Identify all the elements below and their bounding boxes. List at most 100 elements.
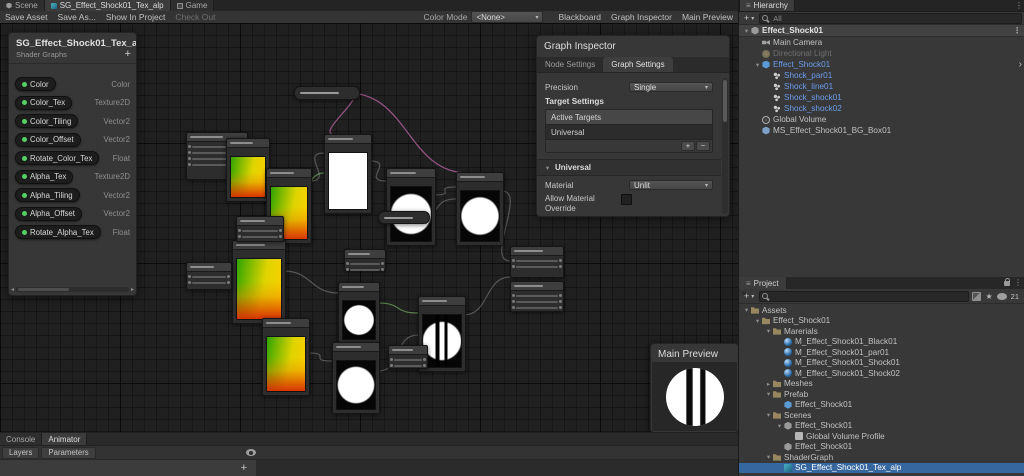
scrollbar-track[interactable] <box>16 286 129 292</box>
graph-node-rows[interactable] <box>344 249 386 271</box>
parameters-button[interactable]: Parameters <box>41 446 96 459</box>
add-property-button[interactable]: + <box>125 49 131 60</box>
save-as-button[interactable]: Save As... <box>53 12 101 22</box>
blackboard-property-row[interactable]: Color_Tex Texture2D <box>9 94 136 113</box>
hierarchy-row[interactable]: Main Camera <box>739 37 1024 48</box>
inspector-scrollbar[interactable] <box>722 78 728 214</box>
tab-hierarchy[interactable]: ≡ Hierarchy <box>740 0 795 11</box>
graph-node-rows[interactable] <box>186 262 232 290</box>
foldout-arrow[interactable]: ▾ <box>742 306 751 314</box>
graph-node-circle[interactable] <box>456 172 504 246</box>
blackboard-property-row[interactable]: Alpha_Tiling Vector2 <box>9 186 136 205</box>
graph-node-rows[interactable] <box>236 216 284 242</box>
project-row[interactable]: ▸ Meshes <box>739 379 1024 390</box>
property-pill[interactable]: Alpha_Tiling <box>15 188 80 203</box>
graph-node-pill[interactable] <box>294 86 360 100</box>
foldout-arrow[interactable]: ▾ <box>764 411 773 419</box>
project-row[interactable]: ▾ Assets <box>739 305 1024 316</box>
animator-canvas[interactable] <box>257 460 738 476</box>
eye-icon[interactable] <box>996 292 1007 300</box>
project-row[interactable]: Effect_Shock01 <box>739 442 1024 453</box>
blackboard-property-row[interactable]: Rotate_Alpha_Tex Float <box>9 223 136 242</box>
hierarchy-row[interactable]: Shock_line01 <box>739 81 1024 92</box>
blackboard-horizontal-scrollbar[interactable]: ◂ ▸ <box>11 285 134 293</box>
project-search-input[interactable] <box>773 291 967 301</box>
hierarchy-search[interactable] <box>759 12 1022 24</box>
scrollbar-thumb[interactable] <box>18 287 69 291</box>
foldout-arrow[interactable]: ▾ <box>775 422 784 430</box>
property-pill[interactable]: Alpha_Offset <box>15 206 82 221</box>
scrollbar-thumb[interactable] <box>723 80 727 122</box>
project-row[interactable]: ▾ ShaderGraph <box>739 452 1024 463</box>
tab-game[interactable]: Game <box>170 0 215 11</box>
project-row[interactable]: Global Volume Profile <box>739 431 1024 442</box>
main-preview-viewport[interactable] <box>652 362 737 431</box>
foldout-arrow[interactable]: ▾ <box>753 317 762 325</box>
project-row[interactable]: ▾ Effect_Shock01 <box>739 316 1024 327</box>
hierarchy-search-input[interactable] <box>773 13 1019 23</box>
kebab-menu-icon[interactable]: ⋮ <box>1013 26 1021 35</box>
graph-node-gradient[interactable] <box>262 318 310 396</box>
package-filter-icon[interactable] <box>972 291 982 301</box>
hierarchy-row[interactable]: ▾ Effect_Shock01 › <box>739 59 1024 70</box>
main-preview-toggle-button[interactable]: Main Preview <box>677 12 738 22</box>
graph-inspector-toggle-button[interactable]: Graph Inspector <box>606 12 677 22</box>
property-pill[interactable]: Alpha_Tex <box>15 169 74 184</box>
prefab-open-chevron-icon[interactable]: › <box>1019 59 1022 70</box>
hierarchy-row[interactable]: Shock_shock01 <box>739 92 1024 103</box>
layers-button[interactable]: Layers <box>2 446 40 459</box>
tab-project[interactable]: ≡ Project <box>739 277 787 289</box>
remove-target-button[interactable]: − <box>696 141 710 151</box>
hierarchy-row[interactable]: Global Volume <box>739 114 1024 125</box>
graph-node-gradient[interactable] <box>232 240 286 324</box>
check-out-button[interactable]: Check Out <box>170 12 220 22</box>
hierarchy-row[interactable]: Shock_par01 <box>739 70 1024 81</box>
blackboard-property-row[interactable]: Alpha_Tex Texture2D <box>9 168 136 187</box>
blackboard-property-row[interactable]: Color Color <box>9 75 136 94</box>
project-row[interactable]: ▾ Effect_Shock01 <box>739 421 1024 432</box>
tab-animator[interactable]: Animator <box>42 433 88 445</box>
hierarchy-add-button[interactable]: + ▾ <box>742 13 756 23</box>
graph-node-pill[interactable] <box>378 211 430 224</box>
lock-icon[interactable] <box>1004 278 1010 286</box>
foldout-arrow[interactable]: ▾ <box>764 327 773 335</box>
graph-node-rows[interactable] <box>388 345 428 369</box>
property-pill[interactable]: Color_Tiling <box>15 114 79 129</box>
kebab-menu-icon[interactable]: ⋮ <box>1015 0 1023 11</box>
project-row[interactable]: ▾ Scenes <box>739 410 1024 421</box>
tab-node-settings[interactable]: Node Settings <box>537 57 604 72</box>
scroll-left-icon[interactable]: ◂ <box>11 286 14 293</box>
foldout-arrow[interactable]: ▾ <box>753 61 762 69</box>
hierarchy-row[interactable]: MS_Effect_Shock01_BG_Box01 <box>739 125 1024 136</box>
project-row[interactable]: Effect_Shock01 <box>739 400 1024 411</box>
hierarchy-row[interactable]: ▾ Effect_Shock01 ⋮ <box>739 25 1024 37</box>
foldout-arrow[interactable]: ▾ <box>764 453 773 461</box>
save-asset-button[interactable]: Save Asset <box>0 12 53 22</box>
hierarchy-row[interactable]: Shock_shock02 <box>739 103 1024 114</box>
star-icon[interactable]: ★ <box>985 292 992 301</box>
hierarchy-row[interactable]: Directional Light <box>739 48 1024 59</box>
project-search[interactable] <box>759 290 970 302</box>
target-item-universal[interactable]: Universal <box>546 124 712 139</box>
property-pill[interactable]: Color_Offset <box>15 132 81 147</box>
graph-node-gradient[interactable] <box>226 138 270 202</box>
graph-node-stack[interactable] <box>510 246 564 312</box>
add-target-button[interactable]: + <box>681 141 695 151</box>
graph-node-circle[interactable] <box>338 282 380 344</box>
tab-graph-settings[interactable]: Graph Settings <box>603 57 673 72</box>
graph-node-circle[interactable] <box>386 168 436 246</box>
graph-node-square[interactable] <box>324 134 372 214</box>
show-in-project-button[interactable]: Show In Project <box>101 12 171 22</box>
blackboard-toggle-button[interactable]: Blackboard <box>553 12 606 22</box>
foldout-arrow[interactable]: ▸ <box>764 380 773 388</box>
project-row[interactable]: ▾ Prefab <box>739 389 1024 400</box>
project-row[interactable]: SG_Effect_Shock01_Tex_alp <box>739 462 1024 473</box>
blackboard-property-row[interactable]: Color_Tiling Vector2 <box>9 112 136 131</box>
tab-scene[interactable]: Scene <box>0 0 45 11</box>
project-row[interactable]: M_Effect_Shock01_Shock02 <box>739 368 1024 379</box>
material-dropdown[interactable]: Unlit ▾ <box>629 180 713 190</box>
project-row[interactable]: M_Effect_Shock01_Shock01 <box>739 358 1024 369</box>
property-pill[interactable]: Rotate_Alpha_Tex <box>15 225 101 240</box>
allow-material-override-checkbox[interactable] <box>621 194 632 205</box>
universal-section-header[interactable]: ▾ Universal <box>537 159 721 176</box>
